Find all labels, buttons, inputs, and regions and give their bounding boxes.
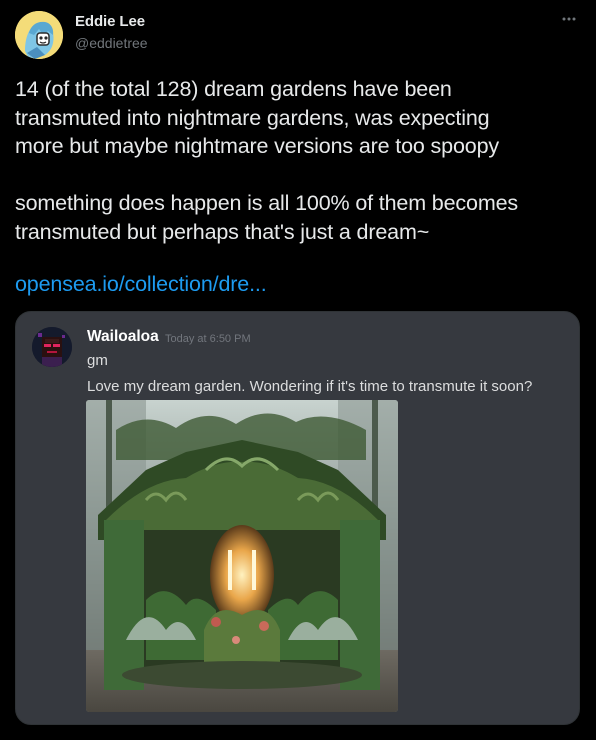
discord-timestamp: Today at 6:50 PM: [165, 333, 251, 345]
dream-garden-illustration: [86, 400, 398, 712]
ellipsis-icon: [562, 17, 576, 21]
author-avatar[interactable]: [15, 11, 63, 59]
discord-message-line: Love my dream garden. Wondering if it's …: [87, 378, 533, 395]
cartoon-avatar-icon: [15, 11, 63, 59]
tweet-body: 14 (of the total 128) dream gardens have…: [15, 77, 518, 244]
author-display-name[interactable]: Eddie Lee: [75, 13, 145, 30]
discord-message-line: gm: [87, 352, 108, 369]
pixel-avatar-icon: [32, 327, 72, 367]
discord-username: Wailoaloa: [87, 328, 159, 345]
discord-user-avatar: [32, 327, 72, 367]
opensea-link[interactable]: opensea.io/collection/dre...: [15, 270, 267, 298]
embedded-image-card[interactable]: Wailoaloa Today at 6:50 PM gm Love my dr…: [15, 311, 580, 725]
more-options-button[interactable]: [560, 10, 578, 28]
author-handle[interactable]: @eddietree: [75, 35, 148, 51]
dream-garden-image: [86, 400, 398, 712]
